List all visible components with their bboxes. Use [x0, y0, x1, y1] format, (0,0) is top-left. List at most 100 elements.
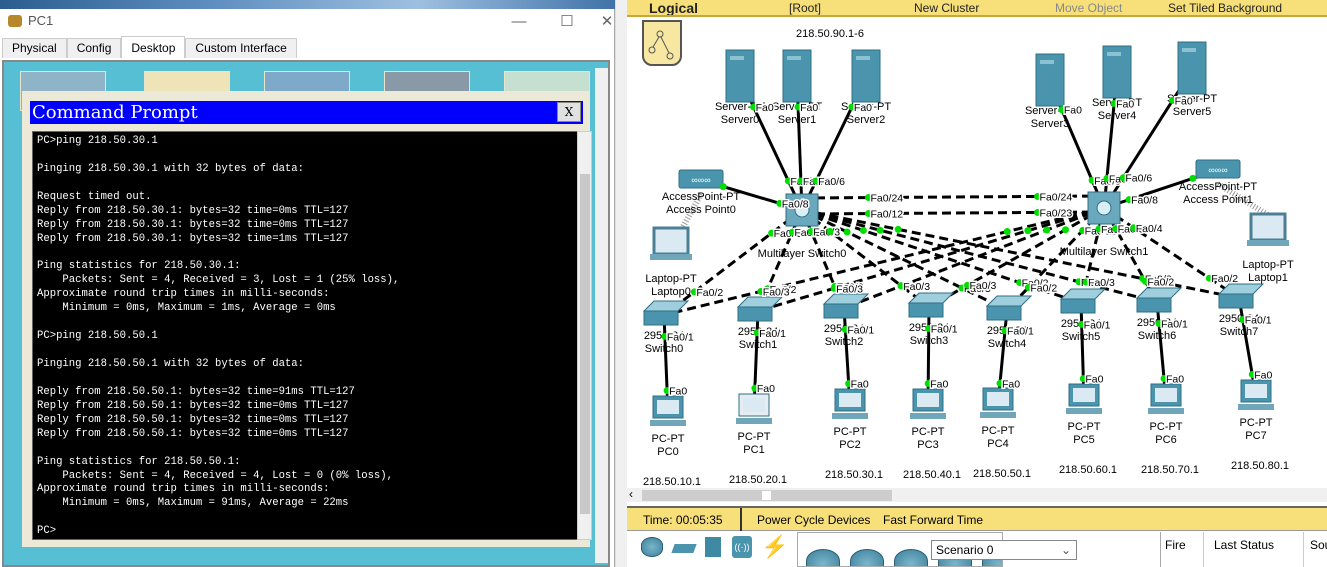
desktop-panel: Command Prompt X PC>ping 218.50.30.1 Ping… — [2, 60, 610, 567]
switch-node[interactable]: 2950-24Switch3 — [907, 292, 955, 347]
server-node[interactable]: Server-PTServer1 — [772, 49, 822, 126]
device-model-label: PC-PT — [1240, 417, 1273, 429]
port-label: Fa0/8 — [782, 198, 809, 210]
port-label: Fa0/1 — [1084, 319, 1111, 331]
port-label: Fa0/1 — [847, 324, 874, 336]
pc-node[interactable]: PC-PTPC2 218.50.30.1 — [825, 388, 883, 481]
command-prompt-title: Command Prompt — [32, 102, 198, 123]
port-status-light — [1003, 228, 1011, 236]
server-node[interactable]: Server-PTServer0 — [715, 49, 765, 126]
routers-category-icon[interactable] — [641, 537, 663, 557]
port-label: Fa0 — [756, 102, 774, 114]
desktop-scrollbar[interactable] — [595, 68, 608, 563]
fast-forward-time-button[interactable]: Fast Forward Time — [883, 513, 983, 527]
server-node[interactable]: Server-PTServer4 — [1092, 45, 1142, 122]
set-tiled-background-button[interactable]: Set Tiled Background — [1168, 1, 1282, 15]
terminal-line: Pinging 218.50.50.1 with 32 bytes of dat… — [37, 358, 305, 370]
router-model-icon[interactable] — [850, 549, 884, 566]
server-node[interactable]: Server-PTServer3 — [1025, 53, 1075, 130]
port-label: Fa0/1 — [1007, 326, 1034, 338]
port-label: Fa0/2 — [1211, 273, 1238, 285]
port-label: Fa0 — [1116, 98, 1134, 110]
canvas-horizontal-scrollbar[interactable]: ‹ — [627, 487, 1327, 502]
new-cluster-button[interactable]: New Cluster — [914, 1, 979, 15]
device-name-label: Switch3 — [910, 335, 949, 347]
column-last-status: Last Status — [1214, 538, 1275, 552]
topology-canvas[interactable]: Server-PTServer0Server-PTServer1 Server-P… — [627, 10, 1327, 488]
terminal-line: PC>ping 218.50.50.1 — [37, 330, 158, 343]
switch-icon — [1060, 298, 1096, 314]
move-object-button[interactable]: Move Object — [1055, 1, 1122, 15]
port-label: Fa0 — [1064, 105, 1082, 117]
power-cycle-devices-button[interactable]: Power Cycle Devices — [757, 513, 870, 527]
pc-node[interactable]: PC-PTPC3 218.50.40.1 — [903, 388, 961, 481]
switch-node[interactable]: 2950-24Switch5 — [1059, 288, 1107, 343]
router-model-icon[interactable] — [806, 549, 840, 566]
switches-category-icon[interactable] — [671, 544, 697, 553]
scroll-left-icon[interactable]: ‹ — [629, 487, 633, 501]
pc-node[interactable]: PC-PTPC5 218.50.60.1 — [1059, 383, 1117, 476]
ip-address-label: 218.50.80.1 — [1231, 460, 1289, 472]
laptop-node[interactable]: Laptop-PTLaptop1 — [1242, 212, 1294, 284]
connections-category-icon[interactable]: ⚡ — [761, 534, 788, 560]
pc-node[interactable]: PC-PTPC1 218.50.20.1 — [729, 393, 787, 486]
wireless-category-icon[interactable]: ((·)) — [732, 536, 752, 558]
terminal-scrollbar[interactable] — [577, 131, 592, 540]
minimize-button[interactable]: — — [502, 9, 536, 35]
ip-address-label: 218.50.50.1 — [973, 468, 1031, 480]
maximize-button[interactable]: ☐ — [550, 9, 584, 35]
pc-node[interactable]: PC-PTPC4 218.50.50.1 — [973, 387, 1031, 480]
column-fire: Fire — [1165, 538, 1186, 552]
simulation-time: Time: 00:05:35 — [643, 513, 723, 527]
terminal-line: Request timed out. — [37, 190, 152, 203]
server-node[interactable]: Server-PTServer2 — [841, 49, 891, 126]
port-label: Fa0/6 — [818, 176, 845, 188]
tab-desktop[interactable]: Desktop — [121, 36, 186, 58]
port-label: Fa0 — [1166, 373, 1184, 385]
scenario-value: Scenario 0 — [936, 543, 994, 557]
pane-divider[interactable] — [615, 0, 627, 567]
device-name-label: Server4 — [1098, 110, 1137, 122]
terminal-output[interactable]: PC>ping 218.50.30.1 Pinging 218.50.30.1 w… — [32, 131, 587, 540]
terminal-line: PC>ping 218.50.30.1 — [37, 135, 158, 147]
ap-node[interactable]: ∞∞∞ AccessPoint-PTAccess Point0 — [662, 169, 741, 216]
command-prompt-close-button[interactable]: X — [557, 102, 581, 122]
trunk-link[interactable] — [663, 206, 1105, 317]
tab-config[interactable]: Config — [66, 38, 122, 58]
note-label: 218.50.90.1-6 — [796, 28, 864, 40]
port-label: Fa0/24 — [1040, 191, 1073, 203]
terminal-line: Approximate round trip times in milli-se… — [37, 483, 330, 496]
pc-node[interactable]: PC-PTPC7 218.50.80.1 — [1231, 379, 1289, 472]
terminal-scrollbar-thumb[interactable] — [580, 174, 590, 514]
switch-node[interactable]: 2950-24Switch4 — [985, 295, 1033, 350]
port-label: Fa0 — [800, 102, 818, 114]
port-label: Fa0 — [1002, 378, 1020, 390]
laptop-node[interactable]: Laptop-PTLaptop0 — [645, 226, 697, 298]
tab-custom-interface[interactable]: Custom Interface — [185, 38, 297, 58]
workspace-pane: Server-PTServer0Server-PTServer1 Server-P… — [627, 0, 1327, 567]
pc-node[interactable]: PC-PTPC0 218.50.10.1 — [643, 395, 701, 488]
terminal-line: Ping statistics for 218.50.50.1: — [37, 455, 241, 468]
device-name-label: Laptop0 — [651, 286, 691, 298]
switch-icon — [1218, 293, 1254, 309]
switch-icon — [908, 302, 944, 318]
desktop-wallpaper — [0, 0, 627, 9]
workspace-toolbar: Logical [Root] New Cluster Move Object S… — [627, 0, 1327, 17]
tab-physical[interactable]: Physical — [2, 38, 67, 58]
port-label: Fa0/3 — [763, 286, 790, 298]
canvas-scrollbar-thumb[interactable] — [642, 490, 892, 501]
ip-address-label: 218.50.70.1 — [1141, 464, 1199, 476]
root-button[interactable]: [Root] — [789, 1, 821, 15]
device-name-label: Switch0 — [645, 343, 684, 355]
router-model-icon[interactable] — [894, 549, 928, 566]
device-model-label: AccessPoint-PT — [1179, 181, 1258, 193]
hubs-category-icon[interactable] — [705, 537, 721, 557]
scenario-select[interactable]: Scenario 0 ⌄ — [931, 540, 1077, 560]
terminal-line: Pinging 218.50.30.1 with 32 bytes of dat… — [37, 162, 305, 175]
device-panel: ((·)) ⚡ i Scenario 0 ⌄ Fire Last Status … — [627, 532, 1327, 567]
ap-node[interactable]: ∞∞∞ AccessPoint-PTAccess Point1 — [1179, 159, 1258, 206]
pc-node[interactable]: PC-PTPC6 218.50.70.1 — [1141, 383, 1199, 476]
